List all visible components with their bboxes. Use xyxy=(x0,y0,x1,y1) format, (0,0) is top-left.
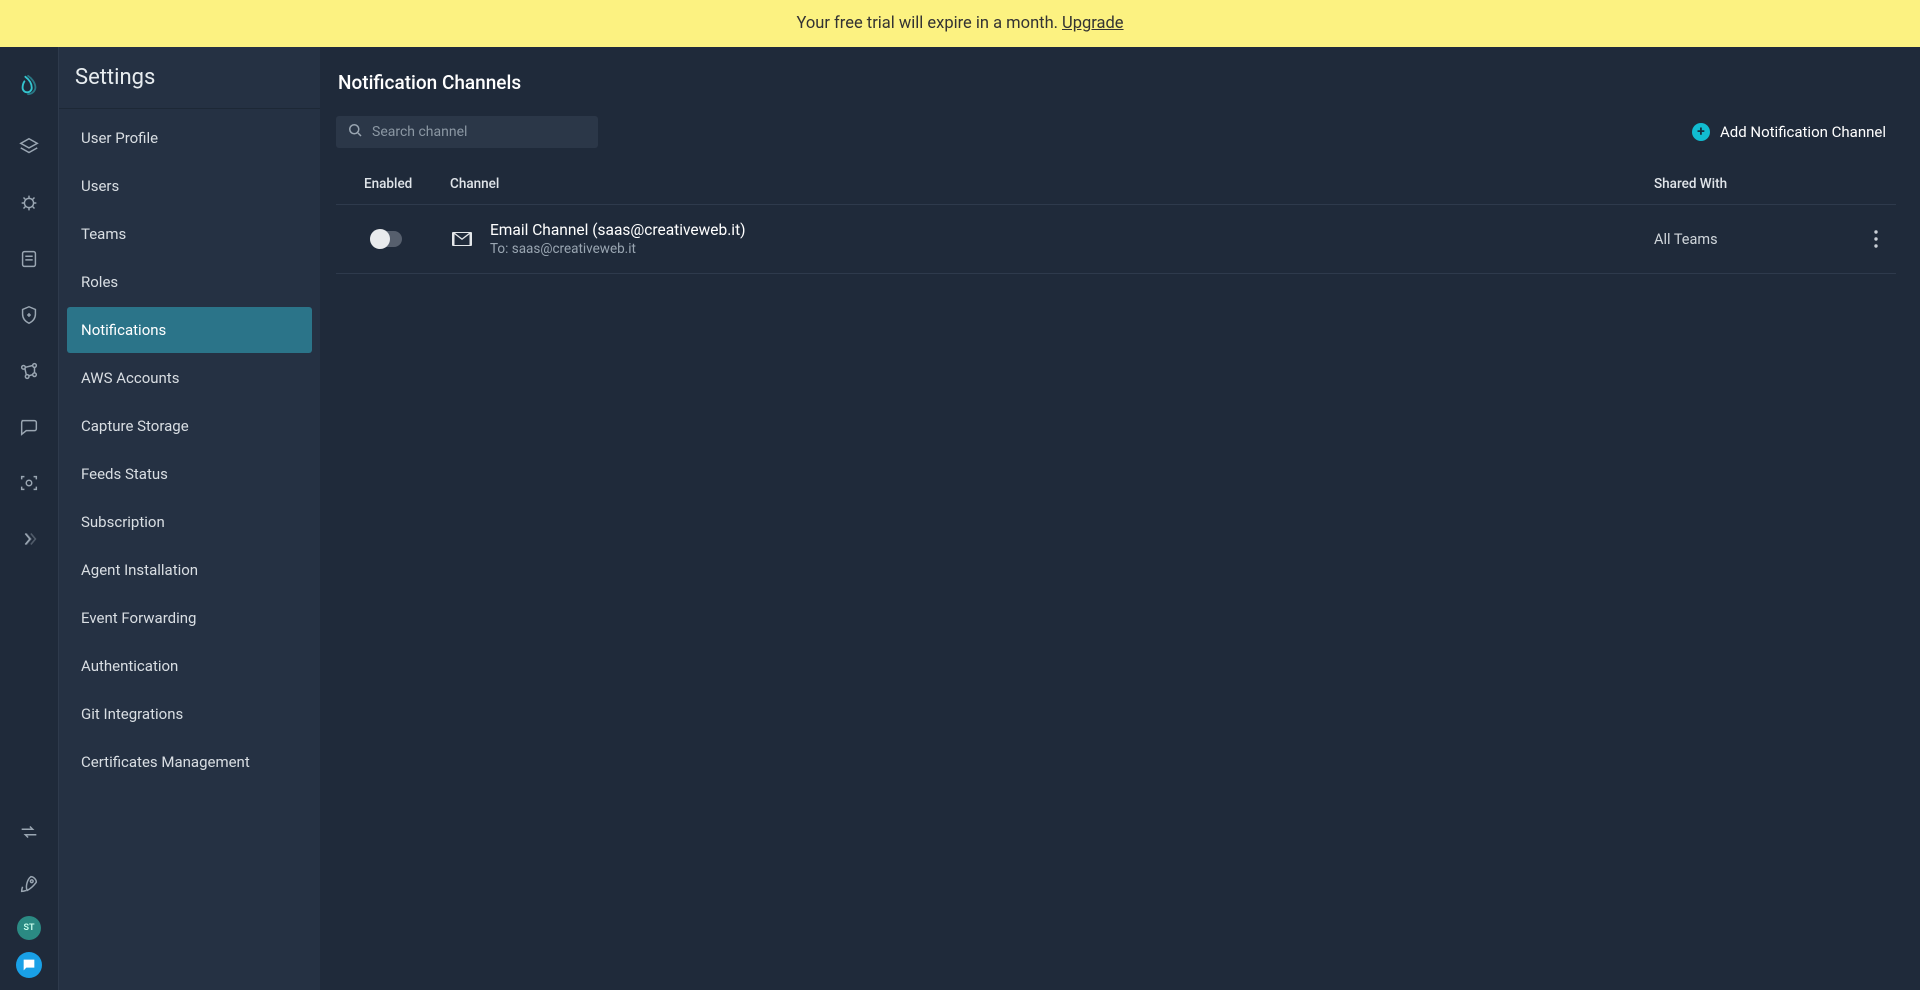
column-shared: Shared With xyxy=(1626,166,1836,205)
sidebar-item-event-forwarding[interactable]: Event Forwarding xyxy=(67,595,312,641)
toolbar: + Add Notification Channel xyxy=(336,116,1896,148)
nav-capture-icon[interactable] xyxy=(9,463,49,503)
upgrade-link[interactable]: Upgrade xyxy=(1062,14,1124,33)
icon-rail: ST xyxy=(0,47,59,990)
add-button-label: Add Notification Channel xyxy=(1720,123,1886,141)
nav-chat-icon[interactable] xyxy=(9,407,49,447)
table-row: Email Channel (saas@creativeweb.it) To: s… xyxy=(336,205,1896,274)
search-box[interactable] xyxy=(336,116,598,148)
nav-overview-icon[interactable] xyxy=(9,127,49,167)
settings-nav: User ProfileUsersTeamsRolesNotifications… xyxy=(59,109,320,990)
sidebar-item-subscription[interactable]: Subscription xyxy=(67,499,312,545)
product-logo-icon[interactable] xyxy=(9,65,49,105)
user-avatar[interactable]: ST xyxy=(17,916,41,940)
nav-sync-icon[interactable] xyxy=(9,812,49,852)
sidebar-item-aws-accounts[interactable]: AWS Accounts xyxy=(67,355,312,401)
sidebar-item-git-integrations[interactable]: Git Integrations xyxy=(67,691,312,737)
column-channel: Channel xyxy=(446,166,1626,205)
sidebar-item-notifications[interactable]: Notifications xyxy=(67,307,312,353)
support-chat-icon[interactable] xyxy=(16,952,42,978)
sidebar-item-user-profile[interactable]: User Profile xyxy=(67,115,312,161)
mail-icon xyxy=(450,227,474,251)
column-actions xyxy=(1836,166,1896,205)
page-heading: Notification Channels xyxy=(338,71,1896,94)
sidebar-item-feeds-status[interactable]: Feeds Status xyxy=(67,451,312,497)
settings-title: Settings xyxy=(59,47,320,109)
search-icon xyxy=(346,121,372,143)
nav-shield-icon[interactable] xyxy=(9,295,49,335)
channels-table: Enabled Channel Shared With Email Channe… xyxy=(336,166,1896,274)
nav-document-icon[interactable] xyxy=(9,239,49,279)
sidebar-item-teams[interactable]: Teams xyxy=(67,211,312,257)
sidebar-item-users[interactable]: Users xyxy=(67,163,312,209)
sidebar-item-certificates-management[interactable]: Certificates Management xyxy=(67,739,312,785)
nav-expand-icon[interactable] xyxy=(9,519,49,559)
main-content: Notification Channels + Add Notification… xyxy=(320,47,1920,990)
nav-bug-icon[interactable] xyxy=(9,183,49,223)
nav-network-icon[interactable] xyxy=(9,351,49,391)
channel-title: Email Channel (saas@creativeweb.it) xyxy=(490,221,746,239)
settings-sidebar: Settings User ProfileUsersTeamsRolesNoti… xyxy=(59,47,320,990)
sidebar-item-authentication[interactable]: Authentication xyxy=(67,643,312,689)
add-notification-channel-button[interactable]: + Add Notification Channel xyxy=(1692,123,1886,141)
trial-banner: Your free trial will expire in a month. … xyxy=(0,0,1920,47)
nav-rocket-icon[interactable] xyxy=(9,864,49,904)
plus-circle-icon: + xyxy=(1692,123,1710,141)
sidebar-item-agent-installation[interactable]: Agent Installation xyxy=(67,547,312,593)
sidebar-item-capture-storage[interactable]: Capture Storage xyxy=(67,403,312,449)
shared-with: All Teams xyxy=(1626,205,1836,274)
column-enabled: Enabled xyxy=(336,166,446,205)
row-menu-button[interactable] xyxy=(1864,230,1888,248)
trial-banner-text: Your free trial will expire in a month. xyxy=(796,14,1058,33)
enabled-toggle[interactable] xyxy=(370,231,402,247)
sidebar-item-roles[interactable]: Roles xyxy=(67,259,312,305)
channel-subtitle: To: saas@creativeweb.it xyxy=(490,241,746,257)
search-input[interactable] xyxy=(372,124,588,140)
